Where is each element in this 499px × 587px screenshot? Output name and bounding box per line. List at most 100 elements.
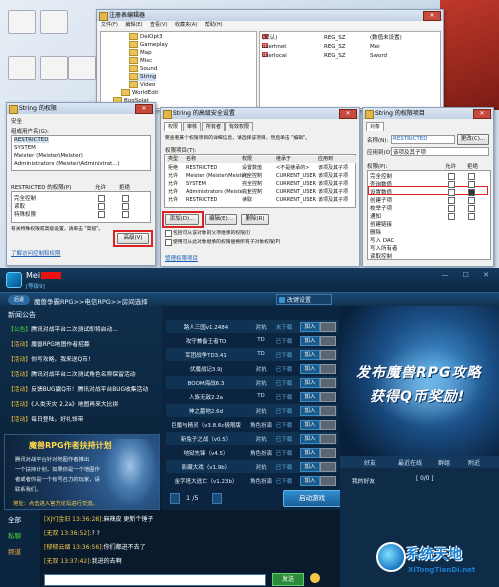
allow-checkbox[interactable] xyxy=(448,205,455,212)
user-item[interactable]: RESTRICTED xyxy=(14,137,49,143)
desktop-icon[interactable] xyxy=(8,10,36,34)
value-row[interactable]: ab userhnet REG_SZ Mei xyxy=(262,43,438,51)
room-row[interactable]: 攻守兼备王者TD TD 已下载 加入 xyxy=(166,334,338,347)
room-row[interactable]: 人族无敌2.2a TD 已下载 加入 xyxy=(166,390,338,403)
tree-item[interactable]: Sound xyxy=(129,65,157,73)
author-program-banner[interactable]: 魔兽RPG作者扶持计划 腾讯对战平台针对地图作者推出 一个扶持计划，如果你是一个… xyxy=(4,434,160,510)
menu-favorites[interactable]: 收藏夹(A) xyxy=(175,22,197,28)
room-row[interactable]: 地狱先锋（v4.5） 角色扮演 已下载 加入 xyxy=(166,446,338,459)
allow-checkbox[interactable] xyxy=(448,181,455,188)
close-button[interactable]: ✕ xyxy=(339,109,357,119)
close-button[interactable]: ✕ xyxy=(423,11,441,21)
user-item[interactable]: SYSTEM xyxy=(14,145,36,151)
manage-entries-link[interactable]: 管理权限项目 xyxy=(165,254,198,262)
join-button[interactable]: 加入 xyxy=(300,476,320,486)
grid-row[interactable]: 允许 Administrators (Meiste...) 完全控制 CURRE… xyxy=(166,189,356,196)
change-button[interactable]: 更改(C)... xyxy=(457,134,489,145)
room-row[interactable]: 军团战争TD3.41 TD 已下载 加入 xyxy=(166,348,338,361)
join-button[interactable]: 加入 xyxy=(300,462,320,472)
chat-tab-private[interactable]: 私聊 xyxy=(8,530,21,540)
news-item[interactable]: 【活动】每日登陆，好礼领带 xyxy=(8,414,83,423)
news-item[interactable]: 【活动】腾讯对战平台二次测试角色名称保留活动 xyxy=(8,369,136,378)
grid-row[interactable]: 拒绝 RESTRICTED 设置数值 <不是继承的> 该项及其子项 xyxy=(166,165,356,172)
name-field[interactable]: RESTRICTED xyxy=(391,135,455,144)
allow-checkbox[interactable] xyxy=(98,211,105,218)
room-row[interactable]: 伏魔战记3.9j 对抗 已下载 加入 xyxy=(166,362,338,375)
apply-to-select[interactable]: 该项及其子项 xyxy=(391,147,489,156)
replace-checkbox[interactable] xyxy=(165,239,172,246)
join-button[interactable]: 加入 xyxy=(300,336,320,346)
room-row[interactable]: 新兔子之战（v0.5） 对抗 已下载 加入 xyxy=(166,432,338,445)
tab-friends[interactable]: 好友 xyxy=(364,458,376,467)
promo-note[interactable]: 地址：点击进入官方论坛进行交流。 xyxy=(13,499,98,507)
start-game-button[interactable]: 启动游戏 xyxy=(283,490,341,507)
inherit-checkbox[interactable] xyxy=(165,230,172,237)
favorite-toggle[interactable] xyxy=(320,406,336,416)
room-row[interactable]: 神之墓地2.6d 对抗 已下载 加入 xyxy=(166,404,338,417)
remove-button[interactable]: 删除(R) xyxy=(241,214,269,225)
join-button[interactable]: 加入 xyxy=(300,392,320,402)
news-item[interactable]: 【活动】魔兽RPG地图作者招募 xyxy=(8,339,90,348)
allow-checkbox[interactable] xyxy=(448,213,455,220)
news-item[interactable]: 【公告】腾讯对战平台二次测试即将启动... xyxy=(8,324,118,333)
grid-row[interactable]: 允许 SYSTEM 完全控制 CURRENT_USER 该项及其子项 xyxy=(166,181,356,188)
deny-checkbox-checked[interactable] xyxy=(468,189,475,196)
desktop-icon[interactable] xyxy=(40,56,68,80)
join-button[interactable]: 加入 xyxy=(300,434,320,444)
deny-checkbox[interactable] xyxy=(468,173,475,180)
chat-tab-all[interactable]: 全部 xyxy=(8,514,21,524)
join-button[interactable]: 加入 xyxy=(300,448,320,458)
tree-item[interactable]: Map xyxy=(129,49,152,57)
key-settings-button[interactable]: 改键设置 xyxy=(276,294,332,305)
deny-checkbox[interactable] xyxy=(122,195,129,202)
tree-item[interactable]: Misc xyxy=(129,57,152,65)
emoji-icon[interactable] xyxy=(310,573,320,583)
tab-effective[interactable]: 有效权限 xyxy=(225,122,254,131)
room-row[interactable]: 巨魔与精灵（v3.8.6c极限版 角色扮演 已下载 加入 xyxy=(166,418,338,431)
join-button[interactable]: 加入 xyxy=(300,420,320,430)
tab-groups[interactable]: 群组 xyxy=(438,458,450,467)
news-item[interactable]: 【活动】你写攻略，我来送Q币！ xyxy=(8,354,94,363)
news-item[interactable]: 【活动】反馈BUG赢Q币！腾讯对战平台BUG收集活动 xyxy=(8,384,148,393)
access-control-link[interactable]: 了解访问控制和权限 xyxy=(11,249,61,257)
deny-checkbox[interactable] xyxy=(468,213,475,220)
strategy-reward-banner[interactable]: 发布魔兽RPG攻略 获得Q币奖励! xyxy=(340,306,499,456)
desktop-icon[interactable] xyxy=(8,56,36,80)
favorite-toggle[interactable] xyxy=(320,378,336,388)
join-button[interactable]: 加入 xyxy=(300,364,320,374)
news-item[interactable]: 【活动】《人类天灾 2.2a》地图再来大比拼 xyxy=(8,399,118,408)
favorite-toggle[interactable] xyxy=(320,336,336,346)
tab-object[interactable]: 对象 xyxy=(366,122,385,131)
tree-item[interactable]: WorldEdit xyxy=(121,89,158,97)
favorite-toggle[interactable] xyxy=(320,392,336,402)
tab-recent[interactable]: 最近在线 xyxy=(398,458,422,467)
tab-owner[interactable]: 所有者 xyxy=(202,122,226,131)
allow-checkbox[interactable] xyxy=(448,189,455,196)
edit-button[interactable]: 编辑(E)... xyxy=(205,214,237,225)
menu-file[interactable]: 文件(F) xyxy=(101,22,118,28)
favorite-toggle[interactable] xyxy=(320,476,336,486)
join-button[interactable]: 加入 xyxy=(300,406,320,416)
favorite-toggle[interactable] xyxy=(320,462,336,472)
value-row[interactable]: ab (默认) REG_SZ (数值未设置) xyxy=(262,34,438,42)
tab-security[interactable]: 安全 xyxy=(11,117,22,125)
deny-checkbox[interactable] xyxy=(468,205,475,212)
favorite-toggle[interactable] xyxy=(320,448,336,458)
allow-checkbox[interactable] xyxy=(98,203,105,210)
send-button[interactable]: 发送 xyxy=(272,573,304,586)
close-button[interactable]: ✕ xyxy=(473,109,491,119)
favorite-toggle[interactable] xyxy=(320,322,336,332)
favorite-toggle[interactable] xyxy=(320,364,336,374)
user-item[interactable]: Administrators (Meister\Administrat...) xyxy=(14,161,120,167)
grid-row[interactable]: 允许 RESTRICTED 读取 CURRENT_USER 该项及其子项 xyxy=(166,197,356,204)
menu-help[interactable]: 帮助(H) xyxy=(205,22,223,28)
menu-edit[interactable]: 编辑(E) xyxy=(125,22,142,28)
tree-item[interactable]: Video xyxy=(129,81,155,89)
tree-item[interactable]: Gameplay xyxy=(129,41,168,49)
grid-row[interactable]: 允许 Meister (Meister\Meister) 完全控制 CURREN… xyxy=(166,173,356,180)
prev-page-button[interactable] xyxy=(170,493,180,504)
room-row[interactable]: 影藏大戏（v1.9b） 对抗 已下载 加入 xyxy=(166,460,338,473)
next-page-button[interactable] xyxy=(212,493,222,504)
tree-item[interactable]: DelOpt3 xyxy=(129,33,163,41)
menu-view[interactable]: 查看(V) xyxy=(150,22,167,28)
